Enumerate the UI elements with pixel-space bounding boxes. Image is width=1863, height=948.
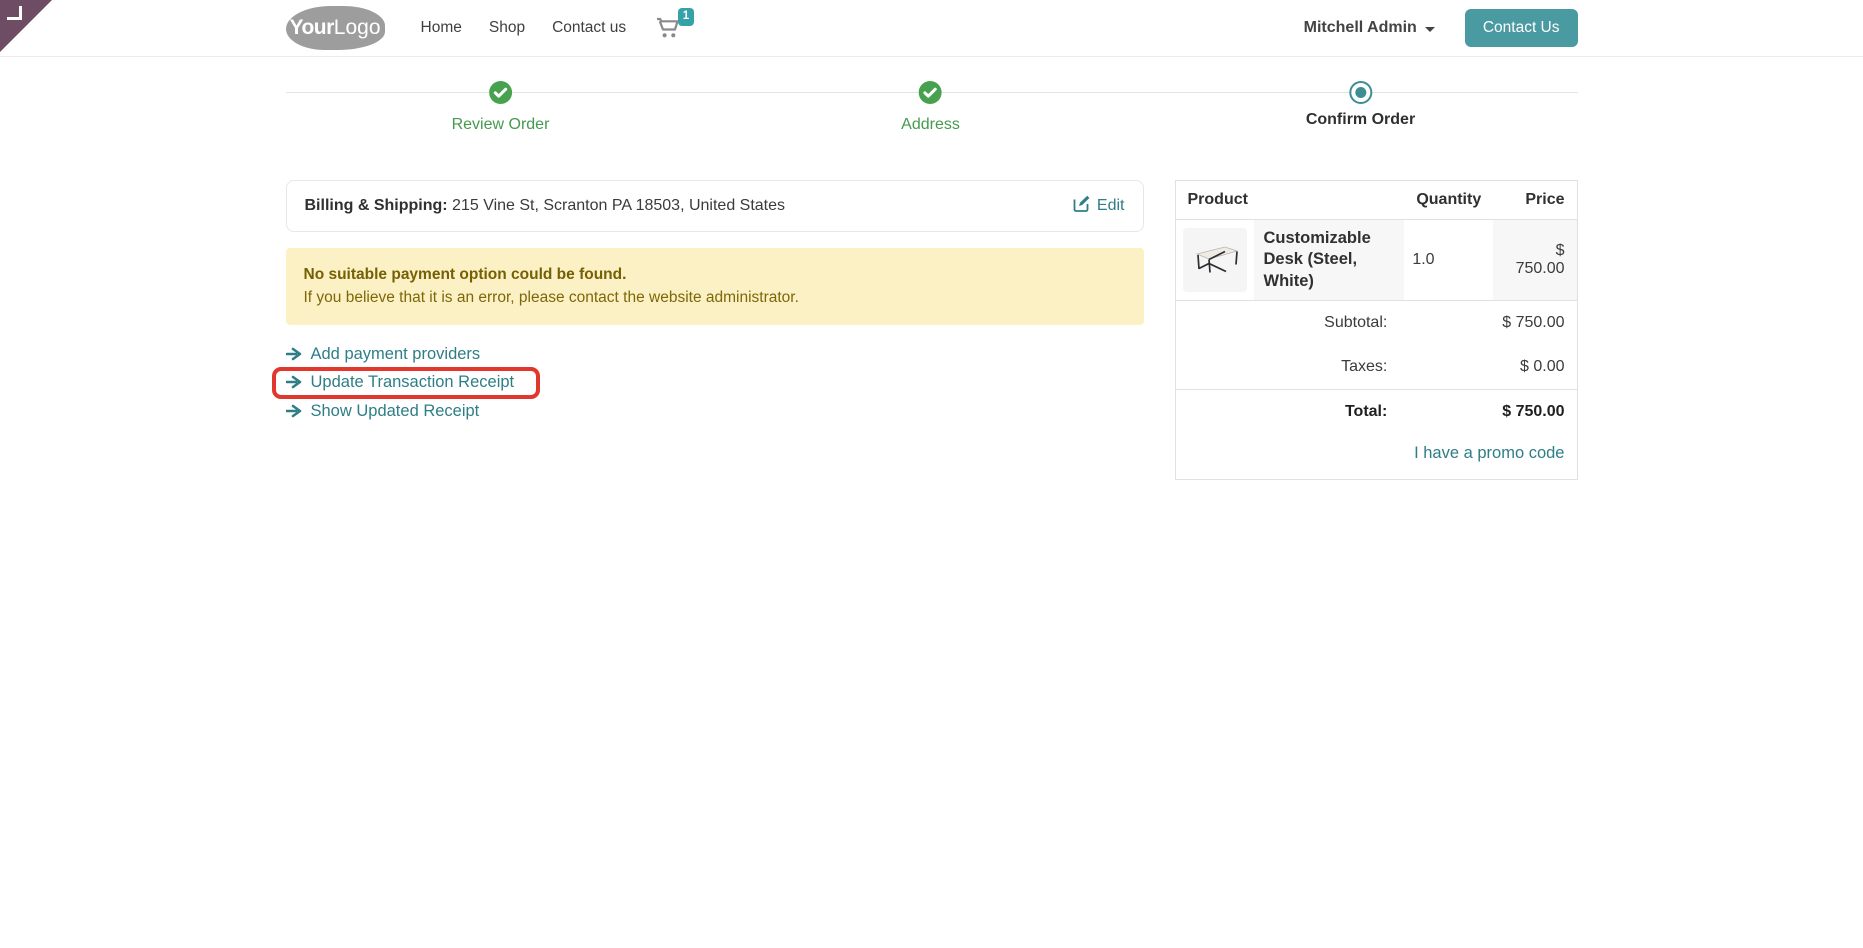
col-header-quantity: Quantity bbox=[1416, 191, 1482, 208]
alert-message: If you believe that it is an error, plea… bbox=[303, 289, 799, 307]
taxes-label: Taxes: bbox=[1341, 358, 1388, 376]
contact-us-button[interactable]: Contact Us bbox=[1464, 9, 1578, 47]
action-link-label: Update Transaction Receipt bbox=[310, 372, 515, 391]
order-summary-table: Product Quantity Price Customizable Desk… bbox=[1174, 180, 1578, 481]
total-value: $ 750.00 bbox=[1502, 403, 1565, 421]
logo-text-bold: Your bbox=[289, 16, 335, 39]
product-name: Customizable Desk (Steel, White) bbox=[1253, 219, 1405, 301]
nav-contact-us[interactable]: Contact us bbox=[552, 19, 626, 37]
arrow-right-icon bbox=[285, 347, 302, 361]
nav-home[interactable]: Home bbox=[421, 19, 462, 37]
billing-address: Billing & Shipping: 215 Vine St, Scranto… bbox=[305, 197, 786, 215]
nav-shop[interactable]: Shop bbox=[489, 19, 525, 37]
promo-row: I have a promo code bbox=[1175, 434, 1577, 480]
payment-action-links: Add payment providers Update Transaction… bbox=[271, 343, 1144, 423]
user-menu-dropdown[interactable]: Mitchell Admin bbox=[1304, 19, 1435, 37]
step-label: Confirm Order bbox=[1305, 111, 1416, 128]
product-thumbnail bbox=[1182, 228, 1247, 293]
total-row: Total: $ 750.00 bbox=[1175, 389, 1577, 435]
subtotal-value: $ 750.00 bbox=[1502, 314, 1565, 332]
promo-code-link[interactable]: I have a promo code bbox=[1414, 444, 1564, 462]
update-transaction-receipt-link[interactable]: Update Transaction Receipt bbox=[285, 371, 515, 394]
radio-selected-icon bbox=[1349, 81, 1372, 104]
table-header-row: Product Quantity Price bbox=[1175, 181, 1577, 220]
add-payment-providers-link[interactable]: Add payment providers bbox=[285, 343, 481, 366]
billing-label: Billing & Shipping: bbox=[304, 197, 448, 214]
payment-warning-alert: No suitable payment option could be foun… bbox=[285, 248, 1144, 325]
step-address[interactable]: Address bbox=[901, 81, 960, 134]
check-circle-icon bbox=[489, 81, 512, 109]
edit-pencil-icon bbox=[1073, 195, 1090, 217]
show-updated-receipt-link[interactable]: Show Updated Receipt bbox=[285, 400, 480, 423]
return-corner-icon bbox=[7, 6, 22, 20]
main-nav: Home Shop Contact us bbox=[421, 19, 627, 37]
subtotal-row: Subtotal: $ 750.00 bbox=[1175, 301, 1577, 346]
taxes-value: $ 0.00 bbox=[1520, 358, 1565, 376]
arrow-right-icon bbox=[285, 375, 302, 389]
billing-shipping-card: Billing & Shipping: 215 Vine St, Scranto… bbox=[285, 180, 1144, 232]
chevron-down-icon bbox=[1424, 26, 1435, 32]
product-image-cell bbox=[1175, 220, 1254, 301]
col-header-product: Product bbox=[1187, 191, 1248, 208]
action-link-label: Show Updated Receipt bbox=[310, 401, 480, 420]
cart-button[interactable]: 1 bbox=[656, 8, 695, 39]
cart-count-badge: 1 bbox=[677, 8, 695, 26]
edit-address-link[interactable]: Edit bbox=[1073, 195, 1125, 217]
checkout-progress: Review Order Address Confirm Order bbox=[285, 81, 1578, 155]
step-review-order[interactable]: Review Order bbox=[451, 81, 550, 134]
alert-title: No suitable payment option could be foun… bbox=[303, 266, 627, 283]
billing-address-text: 215 Vine St, Scranton PA 18503, United S… bbox=[452, 197, 786, 214]
logo-text-light: Logo bbox=[333, 16, 381, 39]
arrow-right-icon bbox=[285, 404, 302, 418]
annotation-highlight-box: Update Transaction Receipt bbox=[271, 366, 541, 399]
product-quantity: 1.0 bbox=[1412, 251, 1435, 269]
total-label: Total: bbox=[1344, 403, 1388, 421]
step-label: Review Order bbox=[451, 116, 550, 133]
col-header-price: Price bbox=[1525, 191, 1565, 208]
action-link-label: Add payment providers bbox=[310, 344, 481, 363]
taxes-row: Taxes: $ 0.00 bbox=[1175, 345, 1577, 390]
cart-icon bbox=[656, 17, 680, 39]
check-circle-icon bbox=[918, 81, 942, 109]
order-item-row: Customizable Desk (Steel, White) 1.0 $ 7… bbox=[1175, 219, 1577, 301]
site-header: Your Logo Home Shop Contact us 1 Mitchell… bbox=[0, 0, 1863, 57]
site-logo[interactable]: Your Logo bbox=[285, 6, 385, 50]
edit-link-label: Edit bbox=[1096, 197, 1125, 214]
product-price: $ 750.00 bbox=[1493, 219, 1577, 301]
subtotal-label: Subtotal: bbox=[1324, 314, 1388, 332]
step-label: Address bbox=[901, 116, 960, 133]
step-confirm-order[interactable]: Confirm Order bbox=[1306, 81, 1415, 129]
user-name: Mitchell Admin bbox=[1303, 19, 1417, 36]
